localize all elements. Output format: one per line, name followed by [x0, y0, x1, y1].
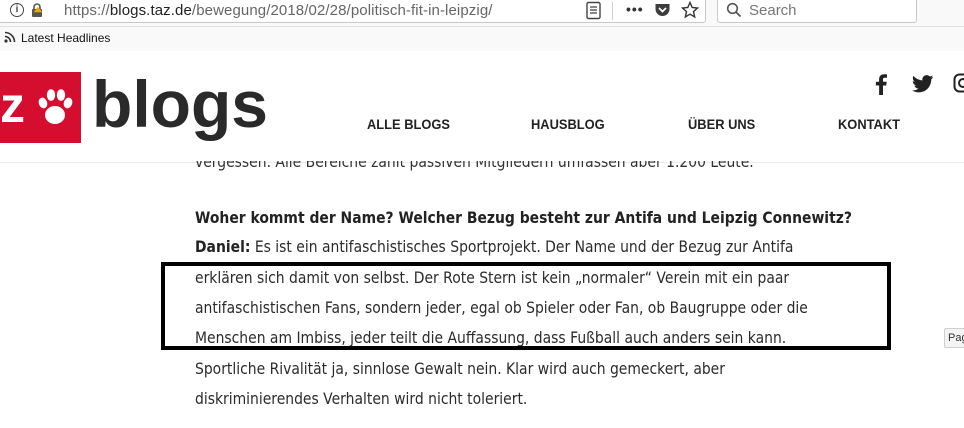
logo-letter: z [0, 77, 25, 133]
nav-hausblog[interactable]: HAUSBLOG [531, 116, 605, 132]
search-bar[interactable]: Search [717, 0, 917, 23]
instagram-icon[interactable] [953, 73, 964, 93]
nav-alle-blogs[interactable]: ALLE BLOGS [367, 116, 450, 132]
answer-text: Es ist ein antifaschistisches Sportproje… [250, 237, 794, 256]
speaker-label: Daniel: [195, 237, 251, 256]
lock-warning-icon[interactable] [30, 2, 46, 18]
url-text[interactable]: https://blogs.taz.de/bewegung/2018/02/28… [64, 2, 493, 19]
nav-ueber-uns[interactable]: ÜBER UNS [688, 116, 755, 132]
question-text: Woher kommt der Name? Welcher Bezug best… [195, 208, 852, 227]
article-line-1: Daniel: Es ist ein antifaschistisches Sp… [195, 237, 793, 256]
url-path: /bewegung/2018/02/28/politisch-fit-in-le… [191, 2, 493, 19]
search-placeholder: Search [749, 2, 797, 19]
taz-logo[interactable]: z [0, 72, 81, 143]
nav-kontakt[interactable]: KONTAKT [838, 116, 900, 132]
toolbar-separator [612, 2, 613, 20]
rss-icon [4, 31, 16, 43]
twitter-icon[interactable] [912, 75, 934, 93]
paw-icon [38, 89, 73, 124]
article-line-2: erklären sich damit von selbst. Der Rote… [195, 268, 790, 287]
url-scheme: https:// [64, 2, 110, 19]
article-line-5: Sportliche Rivalität ja, sinnlose Gewalt… [195, 359, 725, 378]
page-side-tab[interactable]: Pag [944, 328, 964, 348]
browser-toolbar: i https://blogs.taz.de/bewegung/2018/02/… [0, 0, 964, 27]
article-line-4: Menschen am Imbiss, jeder teilt die Auff… [195, 328, 787, 347]
article-line-3: antifaschistischen Fans, sondern jeder, … [195, 298, 808, 317]
pocket-icon[interactable] [654, 2, 671, 18]
facebook-icon[interactable] [874, 73, 888, 95]
search-icon [726, 2, 742, 18]
star-icon[interactable] [681, 1, 699, 19]
bookmark-latest-headlines[interactable]: Latest Headlines [21, 31, 110, 45]
info-icon[interactable]: i [10, 3, 24, 17]
more-icon[interactable]: ••• [626, 1, 644, 17]
bookmarks-toolbar: Latest Headlines [0, 27, 964, 51]
reader-view-icon[interactable] [585, 1, 602, 20]
logo-blogs-text[interactable]: blogs [92, 71, 268, 137]
site-header: z blogs ALLE BLOGS HAUSBLOG ÜBER UNS KON… [0, 51, 964, 163]
url-host: blogs.taz.de [109, 2, 192, 19]
url-bar[interactable]: i https://blogs.taz.de/bewegung/2018/02/… [0, 0, 706, 23]
article-line-6: diskriminierendes Verhalten wird nicht t… [195, 389, 528, 408]
article-question: Woher kommt der Name? Welcher Bezug best… [195, 208, 852, 227]
